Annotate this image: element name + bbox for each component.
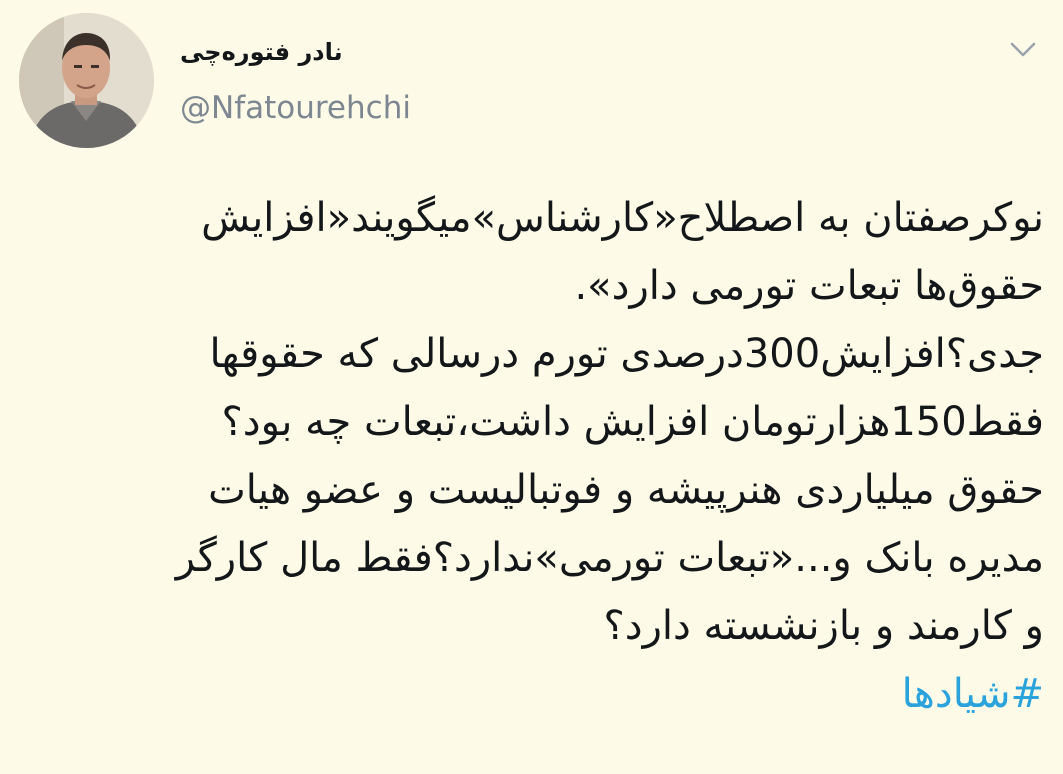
tweet: نادر فتوره‌چی @Nfatourehchi نوکرصفتان به… <box>0 0 1063 774</box>
tweet-text-line: حقوق‌ها تبعات تورمی دارد». <box>574 263 1044 309</box>
avatar-image <box>19 13 154 148</box>
user-handle[interactable]: @Nfatourehchi <box>180 90 411 126</box>
tweet-text-line: جدی؟افزایش300درصدی تورم درسالی که حقوقها <box>209 331 1044 377</box>
display-name[interactable]: نادر فتوره‌چی <box>180 38 343 66</box>
tweet-text-line: مدیره بانک و...«تبعات تورمی»ندارد؟فقط ما… <box>175 535 1044 581</box>
tweet-text-line: و کارمند و بازنشسته دارد؟ <box>603 603 1044 649</box>
tweet-text-line: نوکرصفتان به اصطلاح«کارشناس»میگویند«افزا… <box>201 195 1044 241</box>
tweet-text-line: فقط150هزارتومان افزایش داشت،تبعات چه بود… <box>221 399 1044 445</box>
tweet-text: نوکرصفتان به اصطلاح«کارشناس»میگویند«افزا… <box>22 184 1044 728</box>
tweet-text-line: حقوق میلیاردی هنرپیشه و فوتبالیست و عضو … <box>208 467 1044 513</box>
chevron-down-icon[interactable] <box>1008 38 1038 62</box>
hashtag-link[interactable]: #شیادها <box>22 660 1044 728</box>
avatar[interactable] <box>19 13 154 148</box>
